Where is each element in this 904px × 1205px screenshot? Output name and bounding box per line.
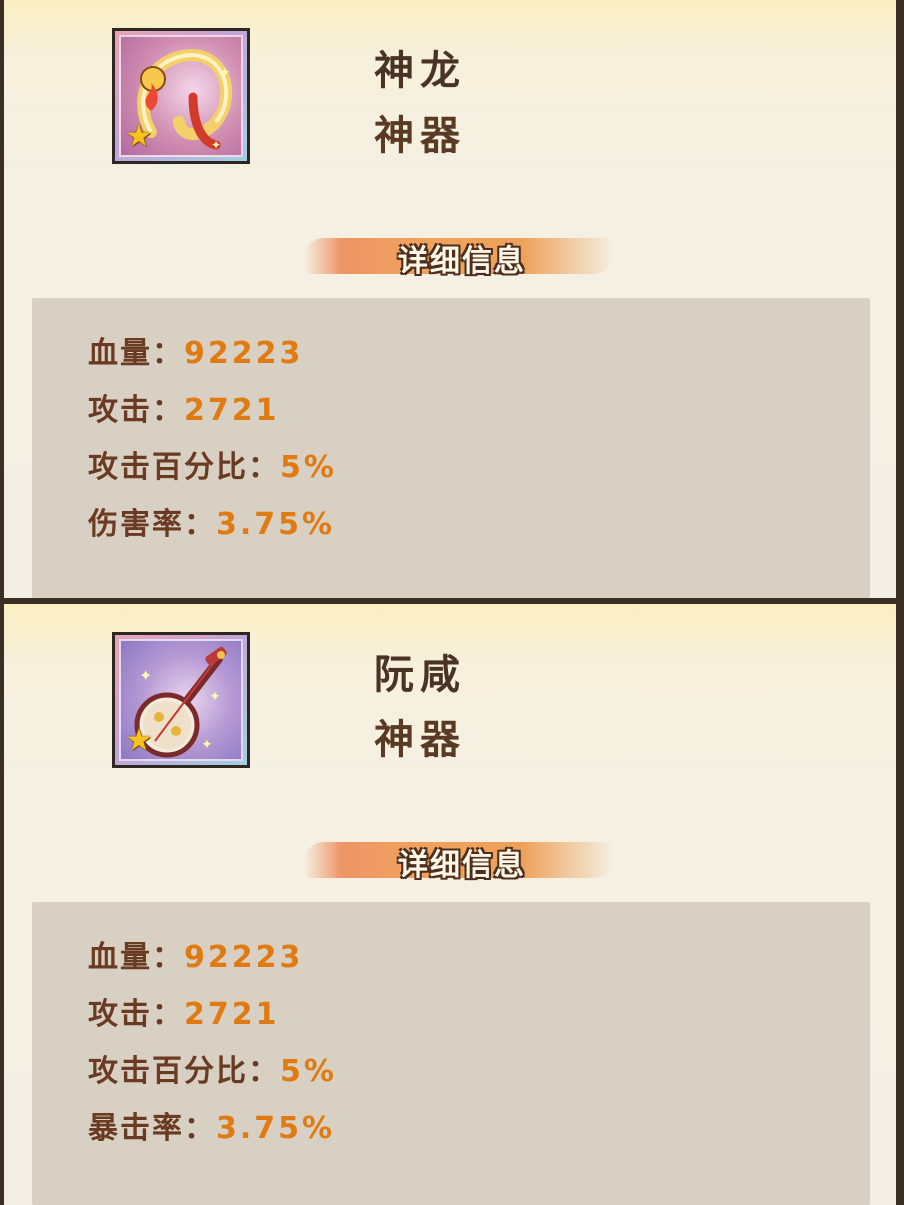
stat-row-attack: 攻击：2721 (88, 995, 280, 1035)
stat-value: 92223 (184, 336, 304, 371)
stat-label: 攻击： (88, 997, 184, 1032)
stat-value: 92223 (184, 940, 304, 975)
svg-text:✦: ✦ (219, 65, 231, 81)
stats-panel: 血量：92223 攻击：2721 攻击百分比：5% 伤害率：3.75% (32, 298, 870, 598)
detail-section-header: 详细信息 (304, 836, 614, 884)
stat-label: 攻击： (88, 393, 184, 428)
artifact-icon-frame[interactable]: ✦ ✦ ★ (112, 28, 250, 164)
detail-section-header: 详细信息 (304, 232, 614, 280)
svg-text:✦: ✦ (139, 666, 152, 685)
stat-label: 攻击百分比： (88, 450, 280, 485)
stat-value: 2721 (184, 393, 280, 428)
svg-text:✦: ✦ (201, 737, 213, 753)
stat-label: 血量： (88, 940, 184, 975)
star-icon: ★ (125, 119, 153, 154)
artifact-type: 神器 (374, 716, 466, 763)
stat-label: 伤害率： (88, 507, 216, 542)
stat-row-attack-percent: 攻击百分比：5% (88, 448, 337, 488)
artifact-card: ✦ ✦ ★ 神龙 神器 详细信息 血量：92223 攻击：2721 攻击百分比：… (4, 0, 896, 598)
svg-text:✦: ✦ (211, 138, 221, 152)
stat-value: 5% (280, 450, 337, 485)
artifact-name: 神龙 (374, 47, 466, 94)
stats-panel: 血量：92223 攻击：2721 攻击百分比：5% 暴击率：3.75% (32, 902, 870, 1205)
artifact-type: 神器 (374, 112, 466, 159)
artifact-card: ✦ ✦ ✦ ★ 阮咸 神器 详细信息 血量：92223 攻击：2721 攻击百分… (4, 604, 896, 1205)
stat-row-damage-rate: 伤害率：3.75% (88, 505, 335, 545)
stat-label: 暴击率： (88, 1111, 216, 1146)
stat-row-attack-percent: 攻击百分比：5% (88, 1052, 337, 1092)
pipa-lute-icon: ✦ ✦ ✦ ★ (119, 639, 243, 761)
section-title: 详细信息 (398, 244, 526, 279)
star-icon: ★ (125, 723, 153, 758)
artifact-icon-frame[interactable]: ✦ ✦ ✦ ★ (112, 632, 250, 768)
stat-value: 3.75% (216, 1111, 336, 1146)
stat-label: 血量： (88, 336, 184, 371)
dragon-icon: ✦ ✦ ★ (119, 35, 243, 157)
stat-value: 3.75% (216, 507, 336, 542)
stat-row-crit-rate: 暴击率：3.75% (88, 1109, 335, 1149)
stat-value: 2721 (184, 997, 280, 1032)
stat-row-hp: 血量：92223 (88, 938, 303, 978)
artifact-name: 阮咸 (374, 651, 466, 698)
stat-row-attack: 攻击：2721 (88, 391, 280, 431)
svg-text:✦: ✦ (209, 689, 221, 705)
stat-label: 攻击百分比： (88, 1054, 280, 1089)
stat-row-hp: 血量：92223 (88, 334, 303, 374)
section-title: 详细信息 (398, 848, 526, 883)
stat-value: 5% (280, 1054, 337, 1089)
